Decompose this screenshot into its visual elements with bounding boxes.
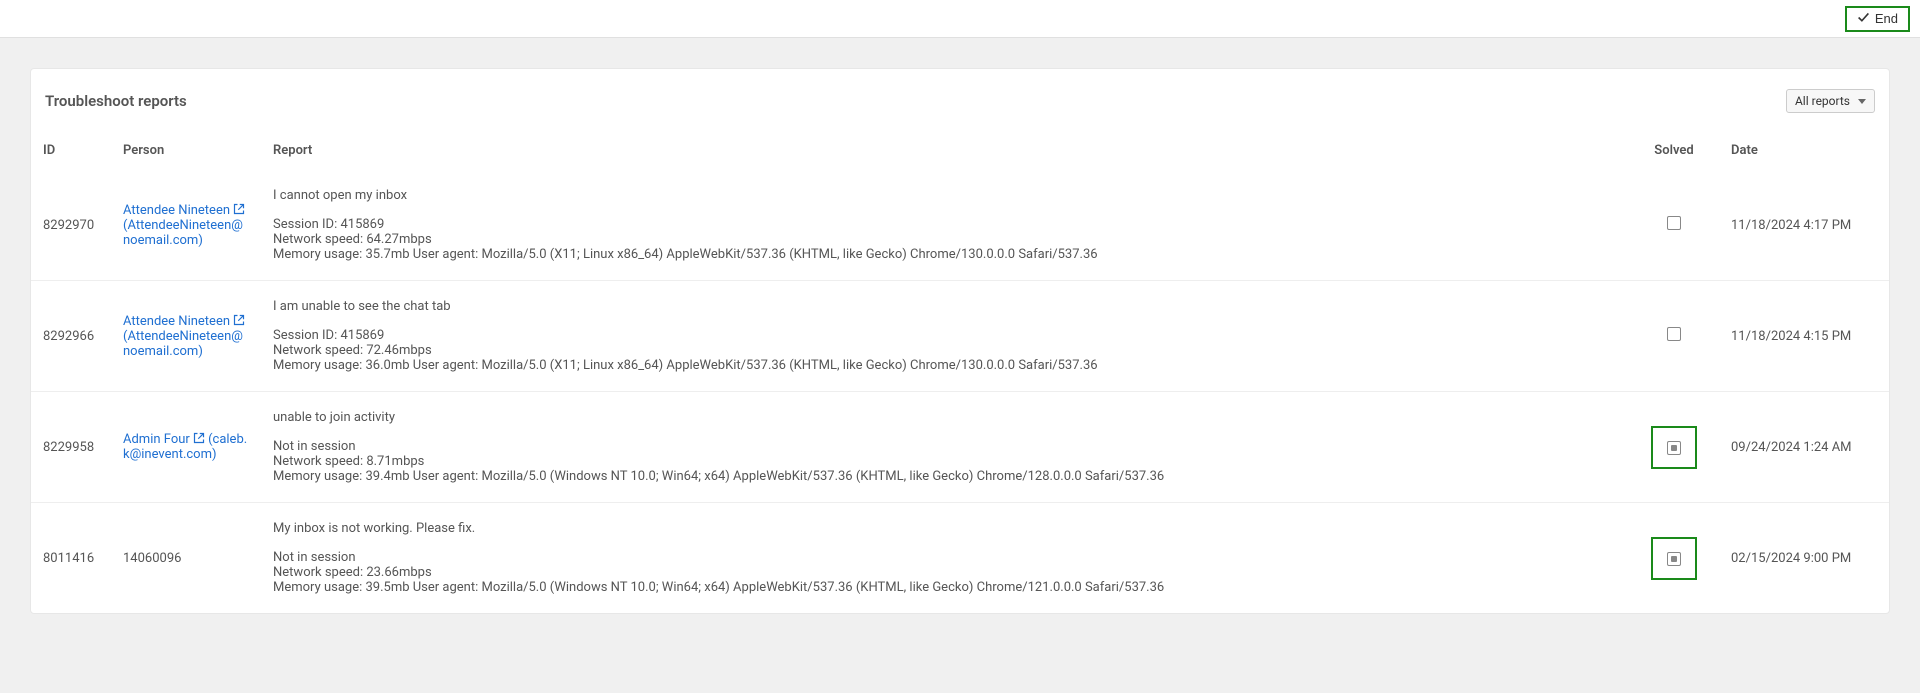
person-link[interactable]: Attendee Nineteen (AttendeeNineteen@noem… [123,314,245,359]
cell-solved [1629,503,1719,614]
person-email: (AttendeeNineteen@noemail.com) [123,218,243,248]
person-name: 14060096 [123,551,181,566]
col-header-id: ID [31,123,111,170]
table-row: 8292970 Attendee Nineteen (AttendeeNinete… [31,170,1889,281]
report-network: Network speed: 8.71mbps [273,454,1617,469]
cell-date: 09/24/2024 1:24 AM [1719,392,1889,503]
cell-date: 11/18/2024 4:17 PM [1719,170,1889,281]
report-issue: My inbox is not working. Please fix. [273,521,1617,536]
card-header: Troubleshoot reports All reports [31,69,1889,123]
reports-card: Troubleshoot reports All reports ID Pers… [30,68,1890,614]
reports-table: ID Person Report Solved Date 8292970 Atte… [31,123,1889,613]
solved-checkbox[interactable] [1667,327,1681,341]
col-header-report: Report [261,123,1629,170]
solved-highlight [1651,537,1697,580]
end-button-label: End [1875,11,1898,26]
col-header-person: Person [111,123,261,170]
report-issue: I cannot open my inbox [273,188,1617,203]
cell-solved [1629,392,1719,503]
external-link-icon [233,314,245,326]
cell-person: 14060096 [111,503,261,614]
report-session: Not in session [273,439,1617,454]
cell-report: I am unable to see the chat tab Session I… [261,281,1629,392]
cell-solved [1629,170,1719,281]
person-link[interactable]: Attendee Nineteen (AttendeeNineteen@noem… [123,203,245,248]
external-link-icon [193,432,205,444]
cell-report: I cannot open my inbox Session ID: 415869… [261,170,1629,281]
report-memory: Memory usage: 39.4mb User agent: Mozilla… [273,469,1617,484]
report-network: Network speed: 23.66mbps [273,565,1617,580]
cell-person: Attendee Nineteen (AttendeeNineteen@noem… [111,281,261,392]
table-row: 8011416 14060096 My inbox is not working. … [31,503,1889,614]
check-icon [1857,11,1870,27]
top-bar: End [0,0,1920,38]
cell-id: 8229958 [31,392,111,503]
table-header-row: ID Person Report Solved Date [31,123,1889,170]
report-memory: Memory usage: 36.0mb User agent: Mozilla… [273,358,1617,373]
cell-id: 8011416 [31,503,111,614]
cell-solved [1629,281,1719,392]
cell-id: 8292966 [31,281,111,392]
report-memory: Memory usage: 39.5mb User agent: Mozilla… [273,580,1617,595]
report-network: Network speed: 64.27mbps [273,232,1617,247]
person-link[interactable]: Admin Four (caleb.k@inevent.com) [123,432,247,462]
cell-report: My inbox is not working. Please fix. Not … [261,503,1629,614]
report-issue: I am unable to see the chat tab [273,299,1617,314]
report-network: Network speed: 72.46mbps [273,343,1617,358]
report-session: Not in session [273,550,1617,565]
solved-highlight [1651,426,1697,469]
cell-date: 11/18/2024 4:15 PM [1719,281,1889,392]
person-name: Admin Four [123,432,190,447]
report-issue: unable to join activity [273,410,1617,425]
page-wrap: Troubleshoot reports All reports ID Pers… [0,38,1920,644]
cell-person: Attendee Nineteen (AttendeeNineteen@noem… [111,170,261,281]
report-memory: Memory usage: 35.7mb User agent: Mozilla… [273,247,1617,262]
col-header-date: Date [1719,123,1889,170]
solved-checkbox[interactable] [1667,216,1681,230]
cell-person: Admin Four (caleb.k@inevent.com) [111,392,261,503]
end-button[interactable]: End [1845,6,1910,32]
cell-report: unable to join activity Not in sessionNet… [261,392,1629,503]
external-link-icon [233,203,245,215]
table-row: 8292966 Attendee Nineteen (AttendeeNinete… [31,281,1889,392]
col-header-solved: Solved [1629,123,1719,170]
solved-checkbox[interactable] [1667,552,1681,566]
table-row: 8229958 Admin Four (caleb.k@inevent.com) u… [31,392,1889,503]
cell-date: 02/15/2024 9:00 PM [1719,503,1889,614]
reports-filter-dropdown[interactable]: All reports [1786,89,1875,113]
person-name: Attendee Nineteen [123,314,230,329]
report-session: Session ID: 415869 [273,328,1617,343]
person-name: Attendee Nineteen [123,203,230,218]
solved-checkbox[interactable] [1667,441,1681,455]
caret-down-icon [1858,99,1866,104]
report-session: Session ID: 415869 [273,217,1617,232]
person-email: (AttendeeNineteen@noemail.com) [123,329,243,359]
cell-id: 8292970 [31,170,111,281]
reports-filter-label: All reports [1795,94,1850,108]
card-title: Troubleshoot reports [45,92,187,110]
